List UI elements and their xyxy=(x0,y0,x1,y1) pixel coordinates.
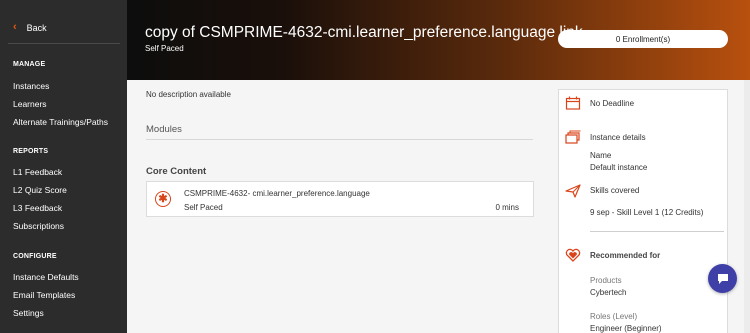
section-title-configure: CONFIGURE xyxy=(13,253,57,260)
sidebar-item-l1-feedback[interactable]: L1 Feedback xyxy=(13,167,62,177)
skill-value: 9 sep - Skill Level 1 (12 Credits) xyxy=(590,208,704,217)
sidebar-item-settings[interactable]: Settings xyxy=(13,308,44,318)
sidebar-divider xyxy=(8,43,120,44)
sidebar-item-instance-defaults[interactable]: Instance Defaults xyxy=(13,272,79,282)
panel-divider xyxy=(590,231,724,232)
sidebar: ‹ Back MANAGE Instances Learners Alterna… xyxy=(0,0,127,333)
section-title-manage: MANAGE xyxy=(13,61,46,68)
modules-heading: Modules xyxy=(146,124,182,135)
back-label: Back xyxy=(26,22,47,33)
main-content: No description available Modules Core Co… xyxy=(127,80,750,333)
deadline-text: No Deadline xyxy=(590,99,635,108)
enrollments-button[interactable]: 0 Enrollment(s) xyxy=(558,30,728,48)
sidebar-item-alternate-trainings[interactable]: Alternate Trainings/Paths xyxy=(13,117,108,127)
sidebar-item-l2-quiz-score[interactable]: L2 Quiz Score xyxy=(13,185,67,195)
core-content-heading: Core Content xyxy=(146,166,207,177)
sidebar-item-subscriptions[interactable]: Subscriptions xyxy=(13,221,64,231)
chat-button[interactable] xyxy=(708,264,737,293)
skills-heading: Skills covered xyxy=(590,186,640,195)
modules-divider xyxy=(146,139,533,140)
module-name: CSMPRIME-4632- cmi.learner_preference.la… xyxy=(184,189,370,198)
instance-details-heading: Instance details xyxy=(590,133,646,142)
page-title: copy of CSMPRIME-4632-cmi.learner_prefer… xyxy=(145,24,583,41)
sidebar-item-email-templates[interactable]: Email Templates xyxy=(13,290,75,300)
calendar-icon xyxy=(565,96,581,110)
heart-icon xyxy=(565,248,581,262)
chevron-left-icon: ‹ xyxy=(13,21,17,33)
section-title-reports: REPORTS xyxy=(13,148,49,155)
sidebar-item-instances[interactable]: Instances xyxy=(13,81,49,91)
enrollments-label: 0 Enrollment(s) xyxy=(615,34,671,44)
instance-name-label: Name xyxy=(590,151,612,160)
scrollbar-track[interactable] xyxy=(744,80,750,333)
chat-bubble-icon xyxy=(717,273,728,284)
module-type: Self Paced xyxy=(184,203,223,212)
sidebar-item-learners[interactable]: Learners xyxy=(13,99,47,109)
paper-plane-icon xyxy=(565,184,581,198)
products-label: Products xyxy=(590,276,622,285)
instance-name-value: Default instance xyxy=(590,163,648,172)
module-card[interactable]: ✱ CSMPRIME-4632- cmi.learner_preference.… xyxy=(146,181,534,217)
sidebar-item-l3-feedback[interactable]: L3 Feedback xyxy=(13,203,62,213)
course-info-panel: No Deadline Instance details Name Defaul… xyxy=(558,89,728,333)
roles-label: Roles (Level) xyxy=(590,312,638,321)
products-value: Cybertech xyxy=(590,288,627,297)
stacked-cards-icon xyxy=(565,130,581,144)
recommended-heading: Recommended for xyxy=(590,251,661,260)
course-type-label: Self Paced xyxy=(145,44,184,53)
module-duration: 0 mins xyxy=(495,203,519,212)
roles-value: Engineer (Beginner) xyxy=(590,324,662,333)
course-description: No description available xyxy=(146,90,231,99)
back-button[interactable]: ‹ Back xyxy=(13,22,47,33)
course-header: copy of CSMPRIME-4632-cmi.learner_prefer… xyxy=(127,0,750,80)
asterisk-circle-icon: ✱ xyxy=(155,191,171,207)
